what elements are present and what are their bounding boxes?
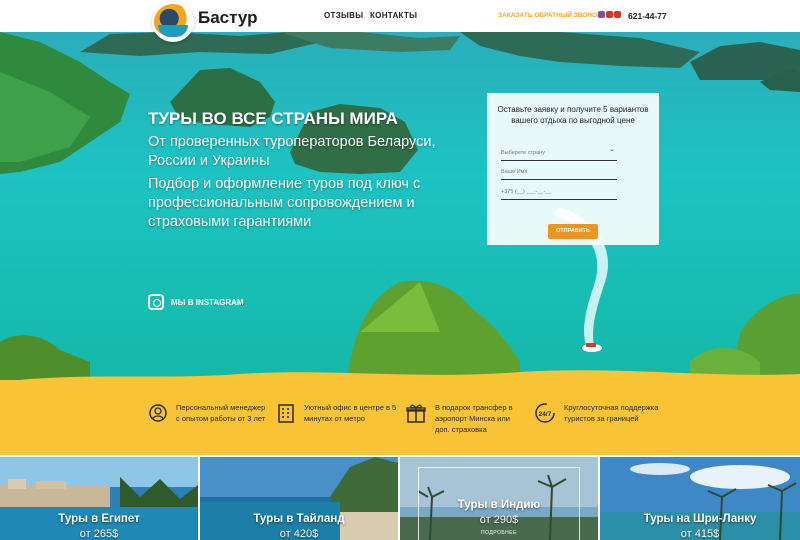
- brand-name[interactable]: Бастур: [198, 8, 258, 28]
- nav-item-contacts[interactable]: КОНТАКТЫ: [370, 11, 417, 20]
- tour-card-title: Туры в Тайланд: [253, 513, 345, 525]
- tour-card-thailand[interactable]: Туры в Тайланд от 420$: [200, 457, 398, 540]
- lead-form: Оставьте заявку и получите 5 вариантов в…: [487, 93, 659, 245]
- feature-gift: В подарок трансфер в аэропорт Минска или…: [405, 402, 521, 435]
- tour-card-price: от 290$: [479, 514, 519, 526]
- tour-card-more-link[interactable]: ПОДРОБНЕЕ: [400, 530, 598, 536]
- feature-support-text: Круглосуточная поддержка туристов за гра…: [564, 403, 659, 423]
- tour-card-price: от 265$: [79, 528, 119, 540]
- phone-number[interactable]: 621-44-77: [628, 11, 667, 21]
- nav-item-reviews[interactable]: ОТЗЫВЫ: [324, 11, 363, 20]
- submit-button[interactable]: ОТПРАВИТЬ: [548, 224, 598, 239]
- gift-icon: [406, 404, 426, 423]
- hero-title: ТУРЫ ВО ВСЕ СТРАНЫ МИРА: [148, 109, 398, 128]
- phone-input[interactable]: +375 (__) ___-__-__: [501, 186, 617, 200]
- instagram-label: МЫ В INSTAGRAM: [171, 297, 244, 307]
- support-24-7-icon: 24/7: [535, 403, 555, 423]
- name-input[interactable]: Ваше Имя: [501, 166, 617, 180]
- office-icon: [278, 404, 294, 423]
- feature-manager-text: Персональный менеджер с опытом работы от…: [176, 403, 266, 423]
- feature-office-text: Уютный офис в центре в 5 минутах от метр…: [304, 403, 397, 423]
- tour-card-title: Туры на Шри-Ланку: [643, 513, 757, 525]
- feature-gift-text: В подарок трансфер в аэропорт Минска или…: [435, 403, 513, 434]
- telegram-icon[interactable]: [606, 11, 613, 18]
- feature-manager: Персональный менеджер с опытом работы от…: [148, 402, 266, 424]
- viber-icon[interactable]: [598, 11, 605, 18]
- hero-section: ТУРЫ ВО ВСЕ СТРАНЫ МИРА От проверенных т…: [0, 32, 800, 387]
- instagram-icon: [148, 294, 164, 310]
- tour-card-egypt[interactable]: Туры в Египет от 265$: [0, 457, 198, 540]
- instagram-link[interactable]: МЫ В INSTAGRAM: [148, 294, 244, 310]
- feature-support: 24/7 Круглосуточная поддержка туристов з…: [534, 402, 664, 424]
- tour-card-india[interactable]: Туры в Индию от 290$ ПОДРОБНЕЕ: [400, 457, 598, 540]
- hero-description: Подбор и оформление туров под ключ с про…: [148, 176, 421, 230]
- site-header: Бастур ОТЗЫВЫ КОНТАКТЫ ЗАКАЗАТЬ ОБРАТНЫЙ…: [0, 0, 800, 42]
- toucan-logo-icon[interactable]: [152, 2, 194, 42]
- callback-link[interactable]: ЗАКАЗАТЬ ОБРАТНЫЙ ЗВОНОК: [498, 12, 601, 19]
- country-select[interactable]: Выберете страну: [501, 145, 617, 161]
- whatsapp-icon[interactable]: [614, 11, 621, 18]
- hero-subtitle: От проверенных туроператоров Беларуси, Р…: [148, 134, 436, 169]
- tour-card-title: Туры в Египет: [58, 513, 140, 525]
- tour-card-sri-lanka[interactable]: Туры на Шри-Ланку от 415$: [600, 457, 800, 540]
- tour-card-price: от 415$: [680, 528, 720, 540]
- support-badge: 24/7: [539, 411, 552, 418]
- manager-icon: [149, 404, 167, 422]
- features-band: Персональный менеджер с опытом работы от…: [0, 380, 800, 455]
- tour-card-title: Туры в Индию: [457, 499, 541, 511]
- feature-office: Уютный офис в центре в 5 минутах от метр…: [276, 402, 398, 424]
- tour-card-price: от 420$: [279, 528, 319, 540]
- form-title: Оставьте заявку и получите 5 вариантов в…: [497, 105, 649, 125]
